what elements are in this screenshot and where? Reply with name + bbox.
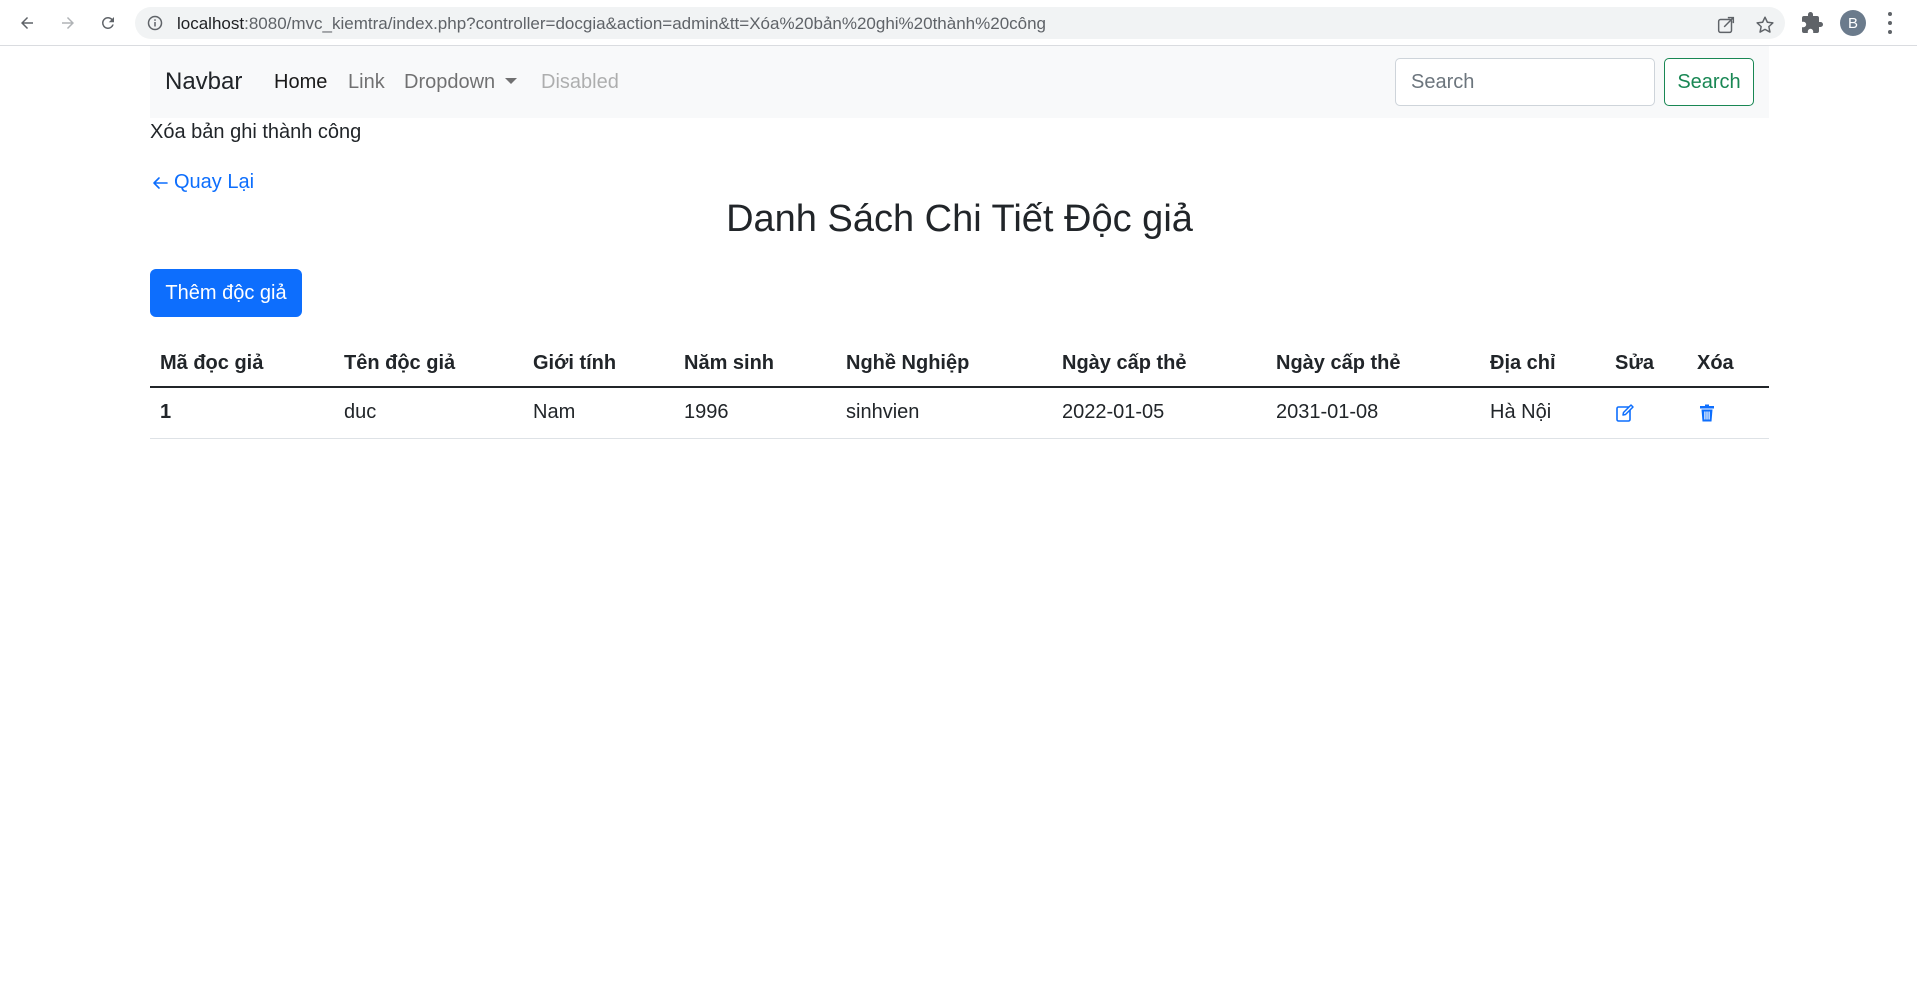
search-input[interactable] — [1395, 58, 1655, 106]
add-reader-button[interactable]: Thêm độc giả — [150, 269, 302, 317]
cell-name: duc — [334, 387, 523, 439]
cell-delete — [1687, 387, 1769, 439]
edit-icon[interactable] — [1615, 403, 1677, 423]
col-header-birth-year: Năm sinh — [674, 340, 836, 388]
search-button[interactable]: Search — [1664, 58, 1754, 106]
cell-address: Hà Nội — [1480, 387, 1605, 439]
left-arrow-icon — [153, 176, 168, 189]
extensions-puzzle-icon[interactable] — [1800, 11, 1824, 35]
forward-arrow-icon[interactable] — [54, 9, 82, 37]
bookmark-star-icon[interactable] — [1754, 14, 1776, 36]
nav-link-home[interactable]: Home — [274, 71, 327, 94]
nav-link-link[interactable]: Link — [348, 71, 385, 94]
browser-toolbar: localhost:8080/mvc_kiemtra/index.php?con… — [0, 0, 1917, 46]
nav-dropdown-label: Dropdown — [404, 71, 496, 93]
cell-issue-date: 2022-01-05 — [1052, 387, 1266, 439]
cell-job: sinhvien — [836, 387, 1052, 439]
browser-menu-icon[interactable] — [1886, 12, 1894, 34]
back-link-label: Quay Lại — [174, 171, 255, 193]
col-header-delete: Xóa — [1687, 340, 1769, 388]
col-header-job: Nghề Nghiệp — [836, 340, 1052, 388]
col-header-name: Tên độc giả — [334, 340, 523, 388]
col-header-expiry-date: Ngày cấp thẻ — [1266, 340, 1480, 388]
nav-link-disabled: Disabled — [541, 71, 619, 93]
profile-avatar[interactable]: B — [1840, 10, 1866, 36]
cell-gender: Nam — [523, 387, 674, 439]
reload-icon[interactable] — [94, 9, 122, 37]
col-header-address: Địa chỉ — [1480, 340, 1605, 388]
nav-dropdown[interactable]: Dropdown — [404, 71, 518, 94]
address-bar[interactable]: localhost:8080/mvc_kiemtra/index.php?con… — [135, 7, 1785, 39]
table-row: 1 duc Nam 1996 sinhvien 2022-01-05 2031-… — [150, 387, 1769, 439]
navbar-brand[interactable]: Navbar — [165, 68, 242, 96]
share-icon[interactable] — [1715, 14, 1737, 36]
page-title: Danh Sách Chi Tiết Độc giả — [726, 198, 1193, 240]
col-header-edit: Sửa — [1605, 340, 1687, 388]
cell-expiry-date: 2031-01-08 — [1266, 387, 1480, 439]
back-arrow-icon[interactable] — [13, 9, 41, 37]
cell-birth-year: 1996 — [674, 387, 836, 439]
col-header-issue-date: Ngày cấp thẻ — [1052, 340, 1266, 388]
back-link[interactable]: Quay Lại — [150, 171, 254, 194]
cell-id: 1 — [150, 387, 334, 439]
url-text: localhost:8080/mvc_kiemtra/index.php?con… — [177, 14, 1047, 33]
table-header-row: Mã đọc giả Tên độc giả Giới tính Năm sin… — [150, 340, 1769, 388]
readers-table: Mã đọc giả Tên độc giả Giới tính Năm sin… — [150, 340, 1769, 439]
col-header-gender: Giới tính — [523, 340, 674, 388]
col-header-id: Mã đọc giả — [150, 340, 334, 388]
cell-edit — [1605, 387, 1687, 439]
trash-icon[interactable] — [1697, 403, 1759, 423]
navbar: Navbar Home Link Dropdown Disabled Searc… — [150, 46, 1769, 118]
site-info-icon[interactable] — [147, 15, 163, 31]
flash-message: Xóa bản ghi thành công — [150, 121, 362, 143]
caret-down-icon — [505, 78, 518, 84]
